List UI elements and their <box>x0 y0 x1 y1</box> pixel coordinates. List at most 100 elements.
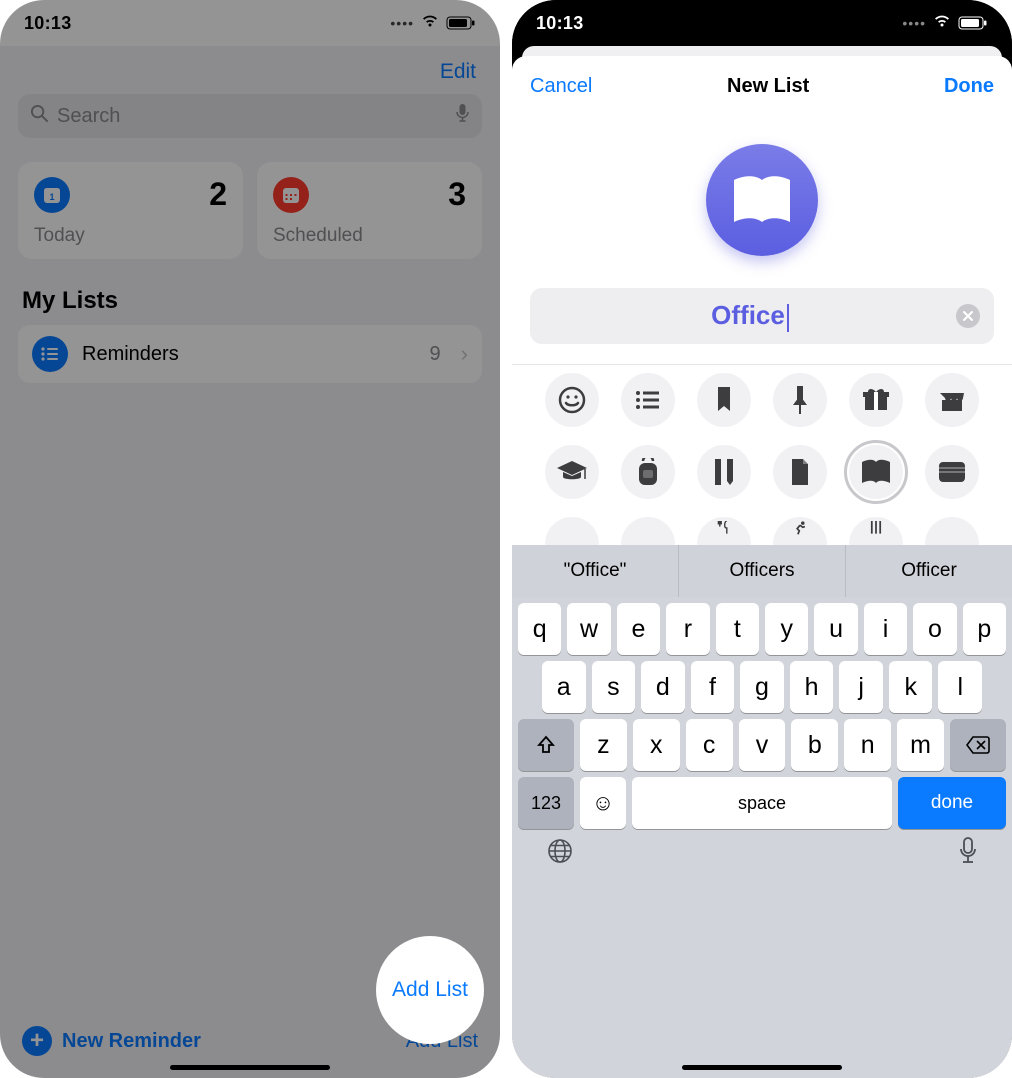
list-bullet-icon <box>32 336 68 372</box>
backpack-icon[interactable] <box>621 445 675 499</box>
key-j[interactable]: j <box>839 661 883 713</box>
key-w[interactable]: w <box>567 603 610 655</box>
key-e[interactable]: e <box>617 603 660 655</box>
search-placeholder: Search <box>57 105 120 128</box>
running-icon[interactable] <box>773 517 827 545</box>
home-indicator[interactable] <box>682 1065 842 1070</box>
keyboard-bottom-row <box>512 829 1012 885</box>
key-o[interactable]: o <box>913 603 956 655</box>
today-card[interactable]: 1 2 Today <box>18 162 243 259</box>
today-label: Today <box>34 225 227 247</box>
search-input[interactable]: Search <box>18 94 482 138</box>
key-t[interactable]: t <box>716 603 759 655</box>
ruler-pencil-icon[interactable] <box>697 445 751 499</box>
list-name-input[interactable]: Office <box>544 300 956 331</box>
battery-icon <box>446 16 476 30</box>
icon-partial[interactable] <box>545 517 599 545</box>
my-lists-heading: My Lists <box>22 287 482 315</box>
space-key[interactable]: space <box>632 777 892 829</box>
key-i[interactable]: i <box>864 603 907 655</box>
icon-partial[interactable] <box>621 517 675 545</box>
icon-partial[interactable] <box>925 517 979 545</box>
bookmark-icon[interactable] <box>697 373 751 427</box>
utensils-icon[interactable] <box>697 517 751 545</box>
status-time: 10:13 <box>24 13 72 34</box>
list-count: 9 <box>430 343 441 366</box>
key-z[interactable]: z <box>580 719 627 771</box>
keyboard-suggestions: "Office" Officers Officer <box>512 545 1012 597</box>
text-cursor <box>787 304 789 332</box>
list-row-reminders[interactable]: Reminders 9 › <box>18 325 482 383</box>
numbers-key[interactable]: 123 <box>518 777 574 829</box>
key-r[interactable]: r <box>666 603 709 655</box>
book-icon <box>730 174 794 226</box>
dictation-mic-icon[interactable] <box>958 837 978 870</box>
name-field[interactable]: Office <box>530 288 994 344</box>
icon-picker[interactable] <box>512 364 1012 545</box>
key-k[interactable]: k <box>889 661 933 713</box>
wifi-icon <box>932 13 952 33</box>
document-icon[interactable] <box>773 445 827 499</box>
pin-icon[interactable] <box>773 373 827 427</box>
key-d[interactable]: d <box>641 661 685 713</box>
key-h[interactable]: h <box>790 661 834 713</box>
utensils2-icon[interactable] <box>849 517 903 545</box>
new-list-sheet: Cancel New List Done Office <box>512 56 1012 1078</box>
suggestion[interactable]: "Office" <box>512 545 679 597</box>
key-m[interactable]: m <box>897 719 944 771</box>
key-a[interactable]: a <box>542 661 586 713</box>
edit-button[interactable]: Edit <box>440 60 476 84</box>
globe-icon[interactable] <box>546 837 574 870</box>
key-q[interactable]: q <box>518 603 561 655</box>
key-y[interactable]: y <box>765 603 808 655</box>
today-count: 2 <box>209 176 227 213</box>
graduation-cap-icon[interactable] <box>545 445 599 499</box>
keyboard[interactable]: "Office" Officers Officer q w e r t y u … <box>512 545 1012 1078</box>
key-x[interactable]: x <box>633 719 680 771</box>
sheet-title: New List <box>727 75 809 98</box>
cellular-dots-icon: •••• <box>390 15 414 31</box>
status-bar: 10:13 •••• <box>0 0 500 46</box>
keyboard-done-key[interactable]: done <box>898 777 1006 829</box>
cancel-button[interactable]: Cancel <box>530 75 592 98</box>
key-b[interactable]: b <box>791 719 838 771</box>
suggestion[interactable]: Officer <box>846 545 1012 597</box>
list-icon[interactable] <box>621 373 675 427</box>
gift-icon[interactable] <box>849 373 903 427</box>
key-l[interactable]: l <box>938 661 982 713</box>
status-icons: •••• <box>390 13 476 33</box>
svg-text:1: 1 <box>49 192 54 202</box>
store-icon[interactable] <box>925 373 979 427</box>
backspace-key[interactable] <box>950 719 1006 771</box>
shift-key[interactable] <box>518 719 574 771</box>
key-c[interactable]: c <box>686 719 733 771</box>
key-n[interactable]: n <box>844 719 891 771</box>
wifi-icon <box>420 13 440 33</box>
reminders-home-screen: 10:13 •••• Edit Search 1 2 Today <box>0 0 500 1078</box>
list-name: Reminders <box>82 343 179 366</box>
scheduled-label: Scheduled <box>273 225 466 247</box>
cellular-dots-icon: •••• <box>902 15 926 31</box>
wallet-icon[interactable] <box>925 445 979 499</box>
book-icon-option[interactable] <box>849 445 903 499</box>
done-button[interactable]: Done <box>944 75 994 98</box>
key-u[interactable]: u <box>814 603 857 655</box>
emoji-key[interactable]: ☺ <box>580 777 626 829</box>
mic-icon[interactable] <box>455 103 470 129</box>
smiley-icon[interactable] <box>545 373 599 427</box>
scheduled-card[interactable]: 3 Scheduled <box>257 162 482 259</box>
key-f[interactable]: f <box>691 661 735 713</box>
key-g[interactable]: g <box>740 661 784 713</box>
new-reminder-label: New Reminder <box>62 1030 201 1053</box>
home-indicator[interactable] <box>170 1065 330 1070</box>
scheduled-count: 3 <box>448 176 466 213</box>
add-list-highlight[interactable]: Add List <box>376 936 484 1044</box>
key-s[interactable]: s <box>592 661 636 713</box>
key-v[interactable]: v <box>739 719 786 771</box>
key-p[interactable]: p <box>963 603 1006 655</box>
status-bar: 10:13 •••• <box>512 0 1012 46</box>
new-reminder-button[interactable]: + New Reminder <box>22 1026 201 1056</box>
plus-circle-icon: + <box>22 1026 52 1056</box>
clear-text-button[interactable] <box>956 304 980 328</box>
suggestion[interactable]: Officers <box>679 545 846 597</box>
